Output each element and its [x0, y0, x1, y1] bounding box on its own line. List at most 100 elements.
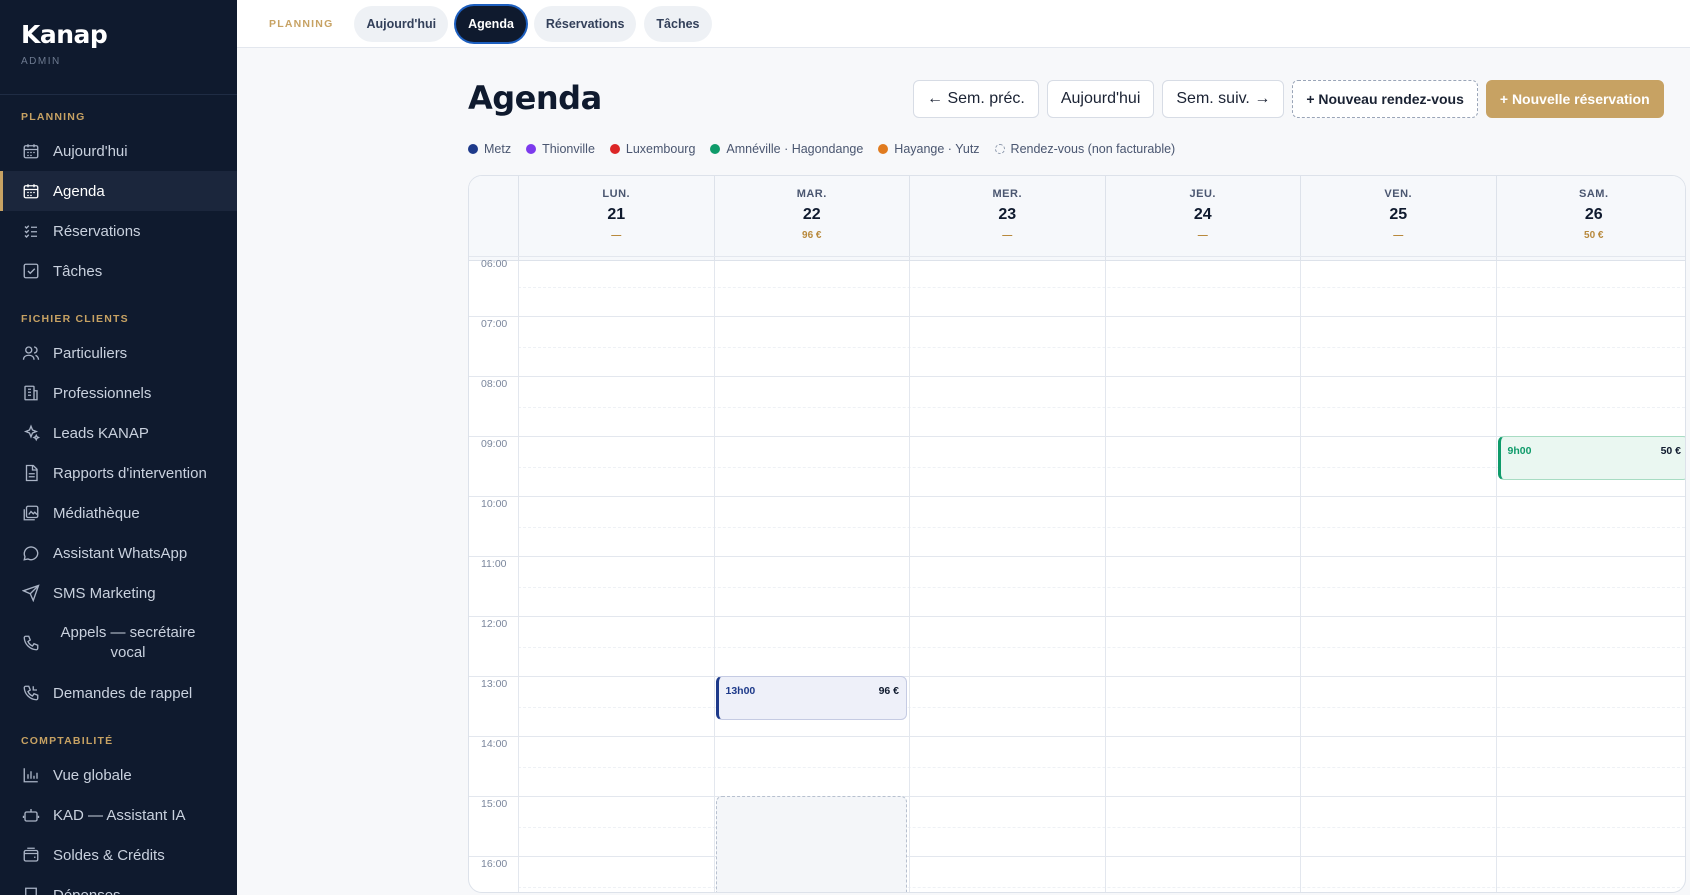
region-legend: Metz Thionville Luxembourg Amnéville · H…	[468, 142, 1175, 156]
tab-agenda[interactable]: Agenda	[456, 5, 526, 42]
hour-row: 06:00	[469, 256, 1685, 316]
bar-chart-icon	[21, 765, 41, 785]
hour-label: 14:00	[481, 738, 508, 750]
sidebar-item-label: Dépenses	[53, 886, 121, 895]
event-price: 50 €	[1660, 445, 1681, 457]
calendar-header: LUN. 21 — MAR. 22 96 € MER. 23 — JEU. 24…	[469, 176, 1685, 261]
legend-label: Luxembourg	[625, 142, 696, 156]
day-header[interactable]: JEU. 24 —	[1104, 176, 1301, 261]
sidebar-item-particuliers[interactable]: Particuliers	[0, 333, 237, 373]
tab-reservations[interactable]: Réservations	[533, 5, 637, 42]
sidebar-item-professionnels[interactable]: Professionnels	[0, 373, 237, 413]
sidebar-item-vue-globale[interactable]: Vue globale	[0, 755, 237, 795]
wallet-icon	[21, 845, 41, 865]
sidebar-item-leads-kanap[interactable]: Leads KANAP	[0, 413, 237, 453]
day-total: —	[611, 230, 622, 241]
sidebar-item-kad-assistant-ia[interactable]: KAD — Assistant IA	[0, 795, 237, 835]
hour-label: 07:00	[481, 318, 508, 330]
hour-label: 08:00	[481, 378, 508, 390]
tab-aujourdhui[interactable]: Aujourd'hui	[354, 5, 449, 42]
calendar-grid-icon	[21, 181, 41, 201]
legend-item: Rendez-vous (non facturable)	[994, 142, 1176, 156]
sidebar-item-sms-marketing[interactable]: SMS Marketing	[0, 573, 237, 613]
half-hour-line	[518, 767, 1685, 768]
brand: Kanap ADMIN	[0, 0, 237, 95]
day-number: 21	[607, 206, 626, 223]
tab-taches[interactable]: Tâches	[644, 5, 712, 42]
sidebar-item-label: Particuliers	[53, 344, 128, 362]
day-header[interactable]: VEN. 25 —	[1300, 176, 1496, 261]
day-header[interactable]: SAM. 26 50 €	[1495, 176, 1686, 261]
sidebar-item-assistant-whatsapp[interactable]: Assistant WhatsApp	[0, 533, 237, 573]
hour-row: 16:00	[469, 856, 1685, 892]
sidebar-item-label: KAD — Assistant IA	[53, 806, 186, 824]
sidebar-item-agenda[interactable]: Agenda	[0, 171, 237, 211]
legend-dot	[609, 144, 620, 154]
legend-dot	[878, 144, 889, 154]
sidebar-section-fichier-clients: FICHIER CLIENTS	[21, 313, 129, 325]
legend-label: Hayange · Yutz	[894, 142, 980, 156]
legend-label: Metz	[484, 142, 512, 156]
day-header[interactable]: MAR. 22 96 €	[713, 176, 910, 261]
day-total: —	[1002, 230, 1013, 241]
today-button[interactable]: Aujourd'hui	[1046, 80, 1155, 118]
day-header[interactable]: MER. 23 —	[909, 176, 1105, 261]
sidebar-item-rapports-d-intervention[interactable]: Rapports d'intervention	[0, 453, 237, 493]
sidebar-item-soldes-credits[interactable]: Soldes & Crédits	[0, 835, 237, 875]
day-column-divider	[1495, 261, 1497, 892]
top-section-label: PLANNING	[269, 17, 334, 30]
event-card[interactable]: 13h00 96 €	[715, 676, 907, 720]
sidebar-item-taches[interactable]: Tâches	[0, 251, 237, 291]
sidebar-item-reservations[interactable]: Réservations	[0, 211, 237, 251]
hour-label: 10:00	[481, 498, 508, 510]
day-name: JEU.	[1189, 188, 1216, 200]
sidebar-item-appels-secretaire-vocal[interactable]: Appels — secrétaire vocal	[0, 613, 237, 673]
hour-row: 12:00	[469, 616, 1685, 676]
sidebar-item-label: Professionnels	[53, 384, 152, 402]
hour-row: 08:00	[469, 376, 1685, 436]
toolbar: ← Sem. préc. Aujourd'hui Sem. suiv. → + …	[913, 80, 1664, 118]
sidebar-item-aujourd-hui[interactable]: Aujourd'hui	[0, 131, 237, 171]
new-reservation-button[interactable]: + Nouvelle réservation	[1485, 80, 1664, 118]
hour-label: 13:00	[481, 678, 508, 690]
sidebar-item-label: Tâches	[53, 262, 103, 280]
half-hour-line	[518, 287, 1685, 288]
legend-dot	[710, 144, 721, 154]
day-header[interactable]: LUN. 21 —	[518, 176, 714, 261]
legend-item: Metz	[468, 142, 511, 156]
hour-row: 14:00	[469, 736, 1685, 796]
new-appointment-button[interactable]: + Nouveau rendez-vous	[1292, 80, 1478, 118]
legend-label: Rendez-vous (non facturable)	[1010, 142, 1176, 156]
event-card[interactable]: 9h00 50 €	[1497, 436, 1685, 480]
day-total: 96 €	[802, 230, 822, 241]
event-time: 13h00	[725, 685, 756, 697]
day-column-divider	[713, 261, 715, 892]
hour-label: 09:00	[481, 438, 508, 450]
sidebar-item-label: Réservations	[53, 222, 141, 240]
hour-row: 10:00	[469, 496, 1685, 556]
sidebar-item-mediatheque[interactable]: Médiathèque	[0, 493, 237, 533]
day-name: LUN.	[602, 188, 631, 200]
hour-label: 15:00	[481, 798, 508, 810]
sidebar-item-demandes-de-rappel[interactable]: Demandes de rappel	[0, 673, 237, 713]
half-hour-line	[518, 647, 1685, 648]
day-number: 23	[998, 206, 1017, 223]
prev-week-button[interactable]: ← Sem. préc.	[913, 80, 1039, 118]
event-price: 96 €	[878, 685, 899, 697]
legend-dot	[468, 144, 478, 154]
sidebar-item-label: SMS Marketing	[53, 584, 156, 602]
empty-slot-placeholder[interactable]	[715, 796, 907, 892]
half-hour-line	[518, 527, 1685, 528]
robot-icon	[21, 805, 41, 825]
page-title: Agenda	[468, 79, 602, 117]
brand-title[interactable]: Kanap	[21, 20, 216, 49]
day-column-divider	[518, 261, 519, 892]
sidebar-item-depenses[interactable]: Dépenses	[0, 875, 237, 895]
next-week-button[interactable]: Sem. suiv. →	[1162, 80, 1285, 118]
sidebar-section-comptabilit: COMPTABILITÉ	[21, 735, 114, 747]
receipt-icon	[21, 885, 41, 895]
document-icon	[21, 463, 41, 483]
day-total: 50 €	[1584, 230, 1604, 241]
sidebar-section-planning: PLANNING	[21, 111, 86, 123]
sidebar-item-label: Médiathèque	[53, 504, 140, 522]
